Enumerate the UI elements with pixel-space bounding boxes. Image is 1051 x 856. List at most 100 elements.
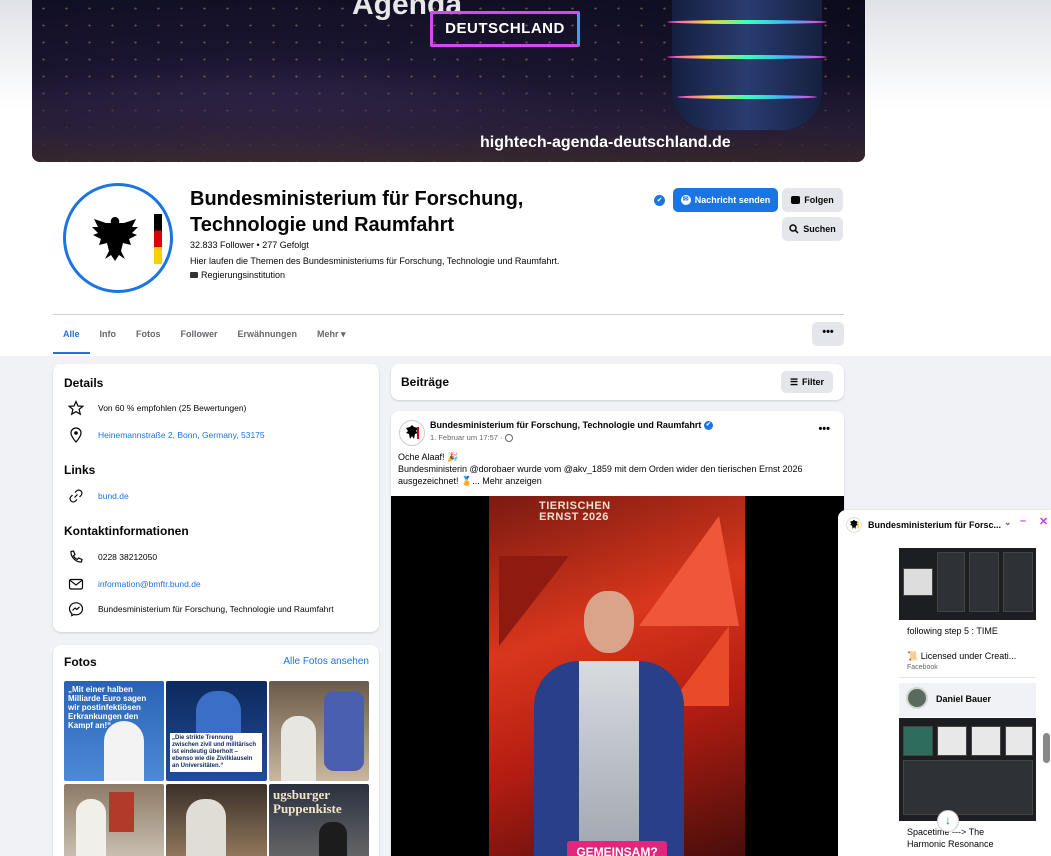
image-tile	[903, 726, 933, 756]
federal-eagle-icon	[92, 217, 138, 261]
image-tile	[937, 726, 967, 756]
website-link[interactable]: bund.de	[98, 491, 129, 501]
messenger-icon	[68, 601, 84, 617]
post-line-1: Oche Alaaf! 🎉	[398, 452, 459, 462]
details-card: Details Von 60 % empfohlen (25 Bewertung…	[53, 364, 379, 632]
address-link[interactable]: Heinemannstraße 2, Bonn, Germany, 53175	[98, 430, 265, 440]
tab-info[interactable]: Info	[90, 320, 127, 354]
photo-thumbnail[interactable]	[64, 784, 164, 856]
post-video[interactable]: TIERISCHEN ERNST 2026 GEMEINSAM?	[391, 496, 844, 856]
location-pin-icon	[68, 427, 84, 443]
shared-image[interactable]	[899, 548, 1036, 620]
shared-post-license: 📜 Licensed under Creati...	[907, 651, 1017, 661]
scroll-down-button[interactable]: ↓	[937, 810, 959, 832]
person-figure	[281, 716, 316, 781]
video-banner: GEMEINSAM?	[567, 841, 667, 856]
photo-thumbnail[interactable]: ugsburger Puppenkiste	[269, 784, 369, 856]
chat-title: Bundesministerium für Forsc...	[868, 520, 1002, 530]
image-tile	[903, 760, 1033, 815]
follower-stats[interactable]: 32.833 Follower • 277 Gefolgt	[190, 240, 309, 250]
email-link[interactable]: information@bmftr.bund.de	[98, 579, 201, 589]
links-title: Links	[64, 463, 96, 477]
filter-button[interactable]: ☰ Filter	[781, 371, 833, 393]
filter-label: Filter	[802, 377, 825, 387]
cover-photo[interactable]: Agenda DEUTSCHLAND hightech-agenda-deuts…	[32, 0, 865, 162]
tower-ring	[677, 95, 817, 99]
person-figure	[186, 799, 226, 856]
photo-thumbnail[interactable]: „Die strikte Trennung zwischen zivil und…	[166, 681, 267, 781]
shared-post-title: following step 5 : TIME	[907, 626, 998, 636]
send-message-label: Nachricht senden	[694, 195, 771, 205]
video-frame: TIERISCHEN ERNST 2026 GEMEINSAM?	[489, 496, 745, 856]
search-button[interactable]: Suchen	[782, 217, 843, 241]
post-options-button[interactable]: •••	[818, 423, 830, 435]
photo-thumbnail[interactable]	[269, 681, 369, 781]
person-figure	[319, 822, 347, 856]
user-name[interactable]: Daniel Bauer	[936, 694, 991, 704]
photo-caption: ugsburger Puppenkiste	[273, 787, 342, 816]
see-all-photos-link[interactable]: Alle Fotos ansehen	[283, 656, 369, 667]
head	[584, 591, 634, 653]
phone-row: 0228 38212050	[68, 549, 157, 565]
person-figure	[76, 799, 106, 856]
page-intro: Hier laufen die Themen des Bundesministe…	[190, 256, 560, 266]
photo-caption: „Mit einer halben Milliarde Euro sagen w…	[68, 685, 147, 730]
minimize-icon[interactable]: –	[1020, 515, 1026, 527]
star-icon	[68, 400, 84, 416]
posts-header: Beiträge ☰ Filter	[391, 364, 844, 400]
puppet-figure	[109, 792, 134, 832]
posts-title: Beiträge	[401, 375, 450, 389]
category-label: Regierungsinstitution	[201, 270, 286, 280]
image-tile	[903, 568, 933, 596]
briefcase-icon	[190, 272, 198, 278]
cover-url: hightech-agenda-deutschland.de	[480, 134, 731, 151]
close-icon[interactable]: ✕	[1039, 515, 1048, 528]
photo-caption: „Die strikte Trennung zwischen zivil und…	[170, 733, 262, 772]
page-category: Regierungsinstitution	[190, 270, 285, 280]
more-options-button[interactable]: •••	[812, 322, 844, 346]
shared-post-title: Spacetime ---> The Harmonic Resonance	[907, 827, 994, 849]
details-title: Details	[64, 376, 104, 390]
stage-sign: TIERISCHEN ERNST 2026	[539, 500, 611, 523]
photo-thumbnail[interactable]	[166, 784, 267, 856]
person-figure	[104, 721, 144, 781]
profile-tabs: Alle Info Fotos Follower Erwähnungen Meh…	[53, 320, 356, 354]
tab-follower[interactable]: Follower	[171, 320, 228, 354]
photo-thumbnail[interactable]: „Mit einer halben Milliarde Euro sagen w…	[64, 681, 164, 781]
federal-eagle-icon	[406, 425, 419, 439]
link-icon	[68, 488, 84, 504]
send-message-button[interactable]: ✉ Nachricht senden	[673, 188, 778, 212]
follow-button[interactable]: Folgen	[782, 188, 843, 212]
photos-title: Fotos	[64, 655, 97, 669]
address-row: Heinemannstraße 2, Bonn, Germany, 53175	[68, 427, 265, 443]
post-author-name[interactable]: Bundesministerium für Forschung, Technol…	[430, 420, 713, 431]
tab-mehr[interactable]: Mehr ▾	[307, 320, 356, 354]
tab-erwaehnungen[interactable]: Erwähnungen	[228, 320, 308, 354]
tab-alle[interactable]: Alle	[53, 320, 90, 354]
messenger-name[interactable]: Bundesministerium für Forschung, Technol…	[98, 604, 334, 614]
filter-icon: ☰	[789, 376, 799, 387]
german-flag	[154, 214, 162, 264]
chevron-down-icon[interactable]: ⌄	[1004, 517, 1012, 528]
website-row: bund.de	[68, 488, 129, 504]
shared-image[interactable]	[899, 718, 1036, 821]
shirt	[579, 661, 639, 856]
globe-icon	[504, 434, 513, 443]
follow-label: Folgen	[804, 195, 834, 205]
post-timestamp[interactable]: 1. Februar um 17:57 ·	[430, 433, 513, 443]
scrollbar[interactable]	[1043, 733, 1050, 763]
post-card: Bundesministerium für Forschung, Technol…	[391, 411, 844, 856]
recommendation-text: Von 60 % empfohlen (25 Bewertungen)	[98, 403, 247, 413]
tab-fotos[interactable]: Fotos	[126, 320, 171, 354]
search-label: Suchen	[803, 224, 836, 234]
user-avatar[interactable]	[906, 687, 928, 709]
puppet-figure	[324, 691, 364, 771]
page-title: Bundesministerium für Forschung, Technol…	[190, 188, 524, 236]
tower-ring	[667, 20, 827, 24]
messenger-row: Bundesministerium für Forschung, Technol…	[68, 601, 334, 617]
profile-avatar[interactable]	[63, 183, 173, 293]
phone-icon	[68, 549, 84, 565]
email-row: information@bmftr.bund.de	[68, 576, 201, 592]
post-author-label: Bundesministerium für Forschung, Technol…	[430, 420, 702, 430]
post-author-avatar[interactable]	[399, 420, 425, 446]
